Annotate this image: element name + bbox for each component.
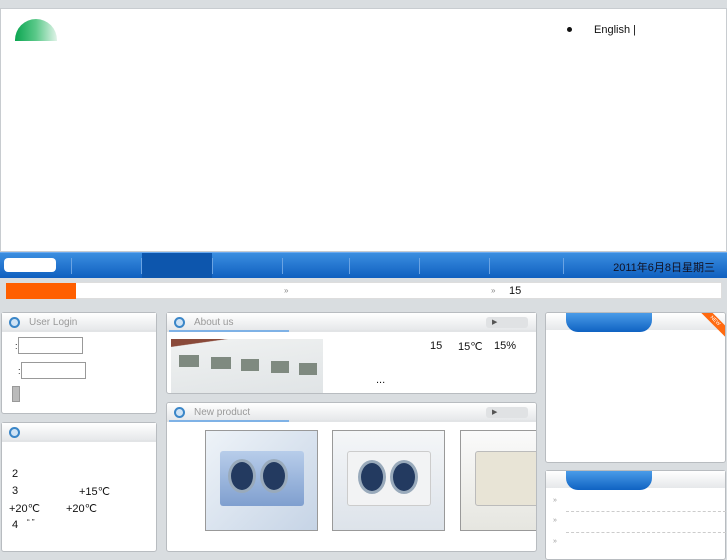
info-text: +15℃ xyxy=(79,486,111,498)
list-marker: » xyxy=(553,538,557,545)
panel-icon xyxy=(174,317,185,328)
notice-marker: » xyxy=(491,286,496,295)
main-nav: 2011年6月8日星期三 xyxy=(0,252,727,278)
info-text: 4 xyxy=(12,519,19,531)
product-image[interactable] xyxy=(460,430,536,531)
info-text: “ ” xyxy=(27,518,35,527)
building-image xyxy=(171,339,323,393)
notice-bar: » » 15 xyxy=(5,282,722,299)
read-more-ellipsis[interactable]: ... xyxy=(376,374,385,386)
list-marker: » xyxy=(553,497,557,504)
notice-label xyxy=(6,283,76,299)
password-input[interactable] xyxy=(21,362,86,379)
nav-item-home[interactable] xyxy=(4,258,56,272)
right-panel-list: » » » xyxy=(545,470,726,560)
about-text: 15 xyxy=(430,340,443,352)
info-text: 2 xyxy=(12,468,19,480)
about-text: 15% xyxy=(494,340,517,352)
info-text: +20℃ xyxy=(66,503,98,515)
info-text: +20℃ xyxy=(9,503,41,515)
login-button[interactable] xyxy=(12,386,20,402)
product-image[interactable] xyxy=(205,430,318,531)
notice-link[interactable]: 15 xyxy=(509,285,521,297)
nav-item-active[interactable] xyxy=(142,253,212,278)
info-panel: 2 3 +15℃ +20℃ +20℃ 4 “ ” xyxy=(1,422,157,552)
english-link[interactable]: English | xyxy=(594,24,636,36)
list-marker: » xyxy=(553,517,557,524)
username-input[interactable] xyxy=(18,337,83,354)
site-header: English | xyxy=(0,8,727,252)
panel-icon xyxy=(9,317,20,328)
panel-title: User Login xyxy=(29,317,78,328)
panel-title: New product xyxy=(194,407,251,418)
panel-tab[interactable] xyxy=(566,471,652,490)
panel-icon xyxy=(9,427,20,438)
panel-title: About us xyxy=(194,317,234,328)
info-text: 3 xyxy=(12,485,19,497)
date-text: 2011年6月8日星期三 xyxy=(613,262,715,274)
login-panel: User Login : : xyxy=(1,312,157,414)
more-button[interactable]: ▶ xyxy=(486,317,528,328)
new-product-panel: New product ▶ xyxy=(166,402,537,552)
about-panel: About us ▶ 15 15℃ 15% ... xyxy=(166,312,537,394)
right-panel-top: NEW xyxy=(545,312,726,463)
panel-tab[interactable] xyxy=(566,313,652,332)
panel-icon xyxy=(174,407,185,418)
bullet-icon xyxy=(567,27,572,32)
about-text: 15℃ xyxy=(458,341,483,353)
logo[interactable] xyxy=(15,19,57,41)
product-image[interactable] xyxy=(332,430,445,531)
notice-marker: » xyxy=(284,286,289,295)
more-button[interactable]: ▶ xyxy=(486,407,528,418)
